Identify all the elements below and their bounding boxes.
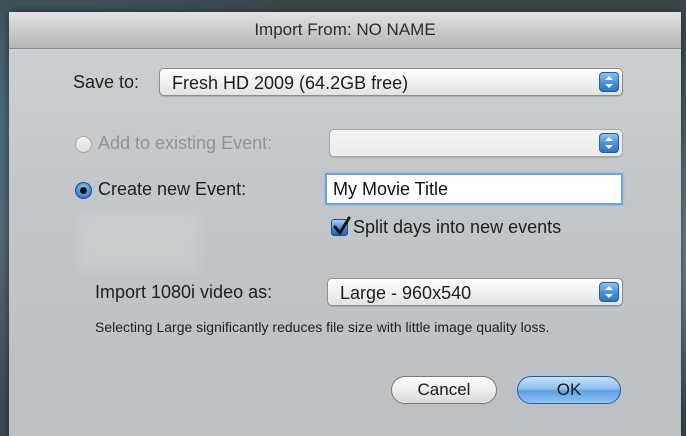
new-event-name-field[interactable]: My Movie Title [325, 173, 623, 205]
split-days-label: Split days into new events [353, 217, 562, 237]
existing-event-radio[interactable] [75, 136, 92, 153]
checkmark-icon [333, 216, 351, 235]
import-size-popup[interactable]: Large - 960x540 [327, 278, 623, 306]
split-days-checkbox[interactable] [331, 216, 351, 236]
new-event-radio[interactable] [75, 182, 92, 199]
popup-arrows-icon [599, 72, 619, 92]
save-to-value: Fresh HD 2009 (64.2GB free) [172, 73, 409, 93]
import-dialog: Import From: NO NAME Save to: Fresh HD 2… [9, 12, 681, 436]
import-size-label: Import 1080i video as: [95, 282, 273, 302]
popup-arrows-icon [599, 282, 619, 302]
existing-event-popup[interactable] [329, 129, 623, 157]
popup-arrows-icon [599, 133, 619, 153]
new-event-label: Create new Event: [98, 179, 247, 199]
cancel-button[interactable]: Cancel [391, 376, 497, 404]
save-to-popup[interactable]: Fresh HD 2009 (64.2GB free) [159, 68, 623, 96]
save-to-label: Save to: [73, 72, 140, 92]
existing-event-label: Add to existing Event: [98, 133, 273, 153]
dialog-title: Import From: NO NAME [9, 12, 681, 49]
import-size-note: Selecting Large significantly reduces fi… [95, 319, 550, 335]
ok-button[interactable]: OK [517, 376, 621, 404]
import-size-value: Large - 960x540 [340, 283, 472, 303]
